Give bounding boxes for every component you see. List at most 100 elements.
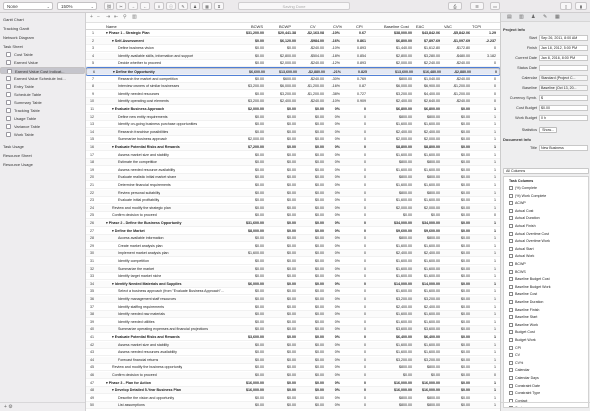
- column-item[interactable]: Actual Overtime Cost: [504, 231, 588, 237]
- checkbox[interactable]: [509, 262, 513, 266]
- table-row[interactable]: 11 ▾ Evaluate Business Approach $2,000.00 $…: [86, 106, 500, 113]
- checkbox[interactable]: [509, 208, 513, 213]
- table-row[interactable]: 37 Identify staffing requirements $0.00 $0.…: [86, 304, 500, 311]
- column-item[interactable]: Baseline Budget Work: [504, 284, 588, 290]
- column-item[interactable]: CV%: [504, 360, 588, 366]
- table-row[interactable]: 5 Decide whether to proceed $0.00 $2,000.00…: [86, 60, 500, 68]
- outdent-icon[interactable]: ←: [140, 2, 150, 10]
- table-row[interactable]: 19 Assess needed resource availability $0.…: [86, 167, 500, 174]
- checkbox[interactable]: [509, 376, 513, 380]
- table-row[interactable]: 26 ▾ Phase 2 - Define the Business Opport…: [86, 220, 500, 227]
- project-field-value[interactable]: Jan 18, 2012, 5:00 PM: [539, 45, 588, 51]
- column-item[interactable]: Baseline Duration: [504, 299, 588, 305]
- sidebar-table-item[interactable]: Cost Table: [0, 51, 85, 58]
- checkbox[interactable]: [509, 269, 513, 274]
- checkbox[interactable]: [509, 360, 513, 365]
- checkbox[interactable]: [509, 239, 513, 244]
- task-name[interactable]: Identify available skills, information a…: [118, 53, 193, 60]
- task-name[interactable]: Research franchise possibilities: [118, 129, 168, 136]
- task-name[interactable]: Describe the vision and opportunity: [118, 395, 174, 402]
- checkbox[interactable]: [509, 292, 513, 297]
- table-row[interactable]: 23 Evaluate initial profitability $0.00 $0.…: [86, 197, 500, 205]
- table-row[interactable]: 15 Summarize business approach $2,000.00 $0…: [86, 136, 500, 144]
- sidebar-table-item[interactable]: Entry Table: [0, 83, 85, 90]
- columns-group[interactable]: Task Columns: [504, 178, 588, 184]
- table-row[interactable]: 29 Create market analysis plan $0.00 $0.00 $…: [86, 243, 500, 250]
- table-row[interactable]: 7 Research the market and competition $0.0…: [86, 76, 500, 83]
- sidebar-item[interactable]: Network Diagram: [0, 34, 85, 41]
- table-row[interactable]: 28 Access available information $0.00 $0.00…: [86, 235, 500, 243]
- table-row[interactable]: 46 Confirm decision to proceed $0.00 $0.00 $…: [86, 372, 500, 379]
- col-header-bcwp[interactable]: BCWP: [279, 23, 291, 30]
- checkbox[interactable]: [509, 353, 513, 358]
- table-row[interactable]: 17 Assess market size and stability $0.00 $…: [86, 152, 500, 159]
- project-field-value[interactable]: $0.00: [539, 105, 588, 111]
- task-name[interactable]: Define new entity requirements: [118, 114, 168, 121]
- task-name[interactable]: Define business vision: [118, 45, 154, 52]
- column-item[interactable]: (%) Work Complete: [504, 193, 588, 199]
- table-row[interactable]: 21 Determine financial requirements $0.00 $…: [86, 182, 500, 189]
- column-item[interactable]: Baseline Work: [504, 322, 588, 328]
- task-name[interactable]: Confirm decision to proceed: [112, 212, 157, 219]
- table-row[interactable]: 22 Review personal suitability $0.00 $0.00 $…: [86, 189, 500, 197]
- col-header-eac[interactable]: EAC: [416, 23, 424, 30]
- column-item[interactable]: Calendar Days: [504, 375, 588, 381]
- task-name[interactable]: ▾ Identify Needed Materials and Supplies: [112, 281, 182, 288]
- column-item[interactable]: Budget Cost: [504, 329, 588, 335]
- table-row[interactable]: 8 Interview owners of similar businesses $…: [86, 83, 500, 91]
- sidebar-table-item[interactable]: Schedule Table: [0, 91, 85, 98]
- table-row[interactable]: 16 ▾ Evaluate Potential Risks and Rewards…: [86, 144, 500, 151]
- checkbox[interactable]: [509, 345, 513, 350]
- project-field-value[interactable]: Jan 8, 2016, 8:00 PM: [539, 55, 588, 61]
- task-name[interactable]: Summarize operating expenses and financi…: [118, 326, 208, 333]
- columns-icon[interactable]: ▥: [132, 14, 137, 20]
- task-name[interactable]: Assess market size and stability: [118, 152, 169, 159]
- column-item[interactable]: Baseline Budget Cost: [504, 276, 588, 282]
- column-item[interactable]: Actual Duration: [504, 215, 588, 221]
- checkbox[interactable]: [509, 231, 513, 236]
- column-item[interactable]: CV: [504, 352, 588, 358]
- checkbox[interactable]: [509, 307, 513, 312]
- task-name[interactable]: Assess needed resources availability: [118, 349, 177, 356]
- sidebar-toggle-icon[interactable]: ▮: [575, 2, 587, 10]
- task-name[interactable]: Summarize the market: [118, 266, 154, 273]
- col-header-cv[interactable]: CV: [310, 23, 316, 30]
- checkbox[interactable]: [509, 322, 513, 327]
- checkbox[interactable]: [509, 391, 513, 396]
- list-view-icon[interactable]: ☰: [470, 2, 484, 10]
- task-name[interactable]: ▾ Define the Market: [112, 228, 145, 235]
- task-name[interactable]: Review and modify the strategic plan: [112, 205, 171, 212]
- checkbox[interactable]: [509, 277, 513, 282]
- statistics-show-button[interactable]: Show...: [539, 127, 557, 133]
- task-name[interactable]: Confirm decision to proceed: [112, 372, 157, 379]
- table-row[interactable]: 30 Implement market analysis plan $1,600.0…: [86, 250, 500, 258]
- table-row[interactable]: 2 ▾ Self-Assessment $0.00 $6,120.00 -$984.00…: [86, 37, 500, 45]
- task-name[interactable]: Access available information: [118, 235, 164, 242]
- column-item[interactable]: Actual Finish: [504, 223, 588, 229]
- task-name[interactable]: ▾ Phase 2 - Define the Business Opportun…: [106, 220, 182, 227]
- table-row[interactable]: 27 ▾ Define the Market $8,000.00 $0.00 $0.00…: [86, 228, 500, 235]
- task-name[interactable]: Identify management staff resources: [118, 296, 176, 303]
- sidebar-table-item[interactable]: Earned Value Schedule Ind...: [0, 75, 85, 82]
- task-name[interactable]: Create market analysis plan: [118, 243, 163, 250]
- column-item[interactable]: Actual Cost: [504, 208, 588, 214]
- sidebar-item[interactable]: Task Usage: [0, 143, 85, 150]
- checkbox[interactable]: [509, 330, 513, 335]
- table-row[interactable]: 13 Identify on-going business purchase op…: [86, 121, 500, 129]
- table-row[interactable]: 35 Select a business approach (from "Eval…: [86, 288, 500, 296]
- checkbox[interactable]: [509, 246, 513, 251]
- task-name[interactable]: ▾ Evaluate Business Approach: [112, 106, 164, 113]
- table-row[interactable]: 49 Describe the vision and opportunity $0.…: [86, 395, 500, 402]
- task-name[interactable]: ▾ Evaluate Potential Risks and Rewards: [112, 334, 180, 341]
- zoom-select[interactable]: 150% ⌄: [57, 2, 97, 10]
- print-icon[interactable]: ⎙: [448, 2, 462, 10]
- columns-tab-icon[interactable]: ▦: [555, 14, 560, 20]
- sidebar-table-item[interactable]: Earned Value: [0, 59, 85, 66]
- table-row[interactable]: 45 Review and modify the business opportu…: [86, 364, 500, 372]
- task-name[interactable]: Determine financial requirements: [118, 182, 171, 189]
- task-name[interactable]: Assess market size and stability: [118, 342, 169, 349]
- columns-filter-select[interactable]: All Columns: [503, 168, 589, 174]
- column-item[interactable]: BCWS: [504, 269, 588, 275]
- title-field[interactable]: New Business: [539, 145, 588, 151]
- note-icon[interactable]: ✎: [178, 2, 188, 10]
